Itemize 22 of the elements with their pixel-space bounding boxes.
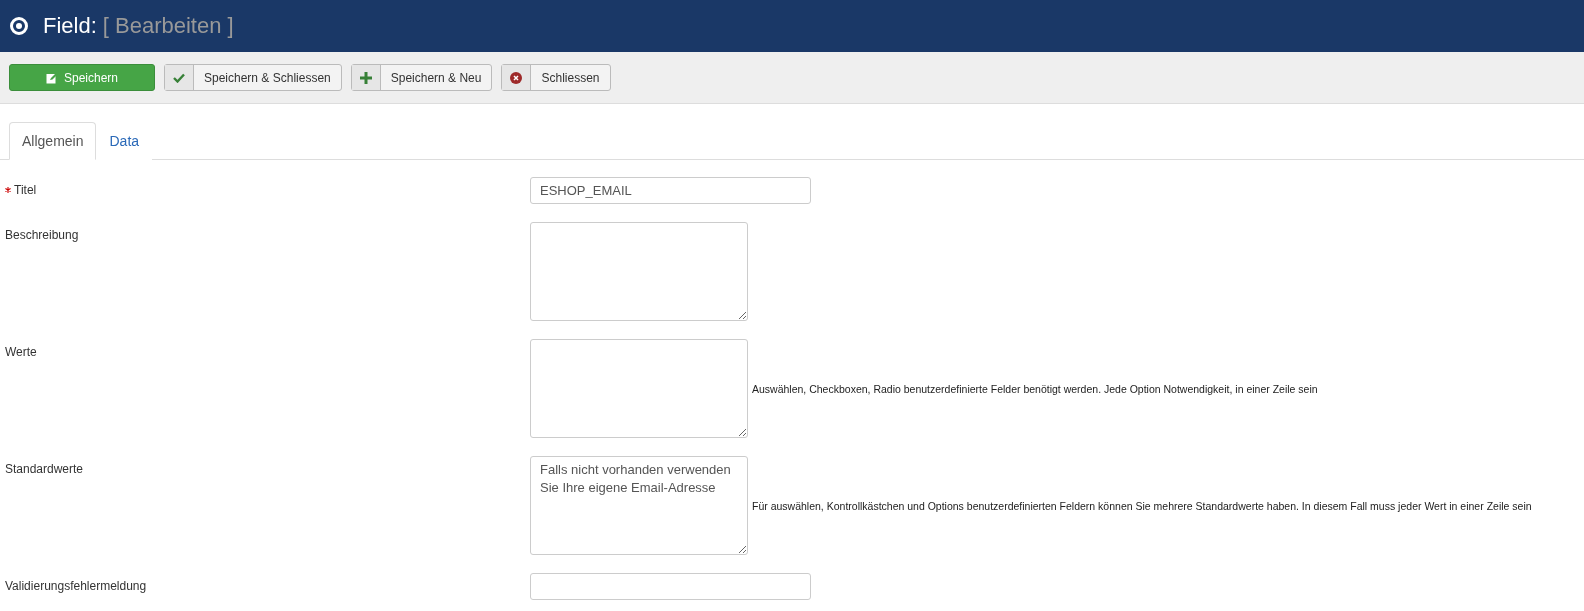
tab[interactable]: Allgemein [9,122,97,160]
target-icon [9,16,29,36]
plus-icon [359,71,372,84]
field-label: Werte [5,345,37,359]
text-area[interactable] [530,339,748,438]
field-label: Titel [14,183,37,197]
page-title: Field: [ Bearbeiten ] [43,13,234,39]
edit-icon [45,71,58,84]
toolbar-button[interactable]: Speichern & Neu [350,64,493,91]
help-text: Auswählen, Checkboxen, Radio benutzerdefinierte Felder benötigt werden. Jede Option Notwendigkeit, in einer Zeile sein [752,382,1318,395]
field-label: Beschreibung [5,228,79,242]
field-label: Standardwerte [5,462,84,476]
toolbar-button[interactable]: Schliessen [501,64,611,91]
check-icon [173,72,185,83]
field-label: Validierungsfehlermeldung [5,579,147,593]
toolbar-button[interactable]: Speichern & Schliessen [164,64,342,91]
text-area[interactable] [530,222,748,321]
text-area[interactable]: Falls nicht vorhanden verwenden Sie Ihre eigene Email-Adresse [530,456,748,555]
input-field[interactable]: ESHOP_EMAIL [530,177,811,204]
help-text: Für auswählen, Kontrollkästchen und Options benutzerdefinierten Feldern können Sie mehrere Standardwerte haben. In diesem Fall muss jeder Wert in einer Zeile sein [752,499,1532,512]
close-icon [510,71,523,84]
input-field[interactable] [530,573,811,600]
